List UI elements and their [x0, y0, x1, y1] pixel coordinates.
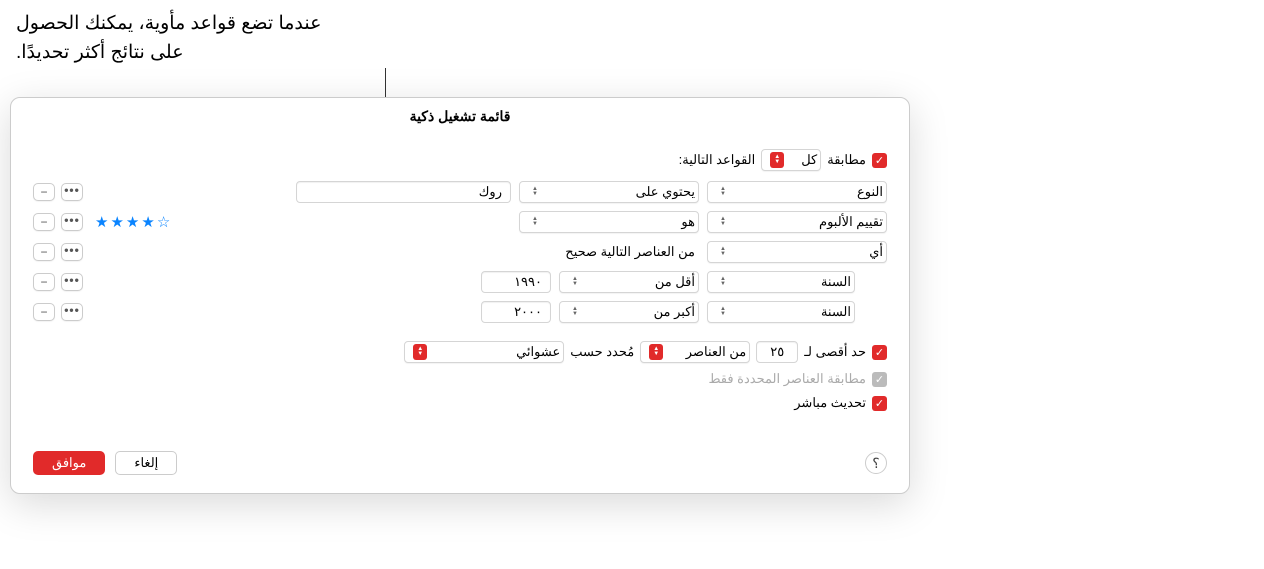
options-section: ✓ حد أقصى لـ من العناصر ▲▼ مُحدد حسب عشو…	[33, 341, 887, 411]
help-button[interactable]: ؟	[865, 452, 887, 474]
cancel-button[interactable]: إلغاء	[115, 451, 177, 475]
match-checked-label: مطابقة العناصر المحددة فقط	[708, 371, 866, 387]
rule-field-select[interactable]: تقييم الألبوم ▲▼	[707, 211, 887, 233]
add-nested-rule-button[interactable]: •••	[61, 213, 83, 231]
limit-value-input[interactable]	[756, 341, 798, 363]
limit-unit-select[interactable]: من العناصر ▲▼	[640, 341, 750, 363]
ok-button[interactable]: موافق	[33, 451, 105, 475]
chevron-updown-icon: ▲▼	[568, 274, 582, 290]
rule-operator-select[interactable]: هو ▲▼	[519, 211, 699, 233]
match-mode-select[interactable]: كل ▲▼	[761, 149, 821, 171]
chevron-updown-icon: ▲▼	[528, 184, 542, 200]
rule-row: السنة ▲▼ أقل من ▲▼ − •••	[33, 271, 887, 293]
rule-field-select[interactable]: أي ▲▼	[707, 241, 887, 263]
rule-row: تقييم الألبوم ▲▼ هو ▲▼ ★ ★ ★ ★ ☆ − •••	[33, 211, 887, 233]
rule-value-input[interactable]	[481, 271, 551, 293]
selected-by-label: مُحدد حسب	[570, 344, 634, 360]
match-label: مطابقة	[827, 152, 866, 168]
match-checked-row: ✓ مطابقة العناصر المحددة فقط	[33, 371, 887, 387]
rule-group-suffix: من العناصر التالية صحيح	[91, 244, 699, 260]
live-update-checkbox[interactable]: ✓	[872, 396, 887, 411]
remove-rule-button[interactable]: −	[33, 243, 55, 261]
rule-field-select[interactable]: السنة ▲▼	[707, 301, 855, 323]
dialog-footer: ؟ إلغاء موافق	[11, 435, 909, 493]
remove-rule-button[interactable]: −	[33, 183, 55, 201]
dialog-title: قائمة تشغيل ذكية	[11, 98, 909, 133]
rule-field-select[interactable]: السنة ▲▼	[707, 271, 855, 293]
star-icon: ★	[126, 213, 139, 231]
rule-field-select[interactable]: النوع ▲▼	[707, 181, 887, 203]
rule-row: النوع ▲▼ يحتوي على ▲▼ − •••	[33, 181, 887, 203]
chevron-updown-icon: ▲▼	[716, 304, 730, 320]
rule-group-row: أي ▲▼ من العناصر التالية صحيح − •••	[33, 241, 887, 263]
rules-list: النوع ▲▼ يحتوي على ▲▼ − ••• تقييم الألبو…	[33, 181, 887, 323]
chevron-updown-icon: ▲▼	[716, 274, 730, 290]
remove-rule-button[interactable]: −	[33, 303, 55, 321]
match-suffix-label: القواعد التالية:	[679, 152, 756, 168]
rule-value-input[interactable]	[296, 181, 511, 203]
live-update-label: تحديث مباشر	[794, 395, 866, 411]
star-icon: ★	[141, 213, 154, 231]
dialog-content: ✓ مطابقة كل ▲▼ القواعد التالية: النوع ▲▼…	[11, 133, 909, 435]
add-nested-rule-button[interactable]: •••	[61, 303, 83, 321]
chevron-updown-icon: ▲▼	[716, 244, 730, 260]
remove-rule-button[interactable]: −	[33, 273, 55, 291]
chevron-updown-icon: ▲▼	[770, 152, 784, 168]
chevron-updown-icon: ▲▼	[528, 214, 542, 230]
limit-selection-select[interactable]: عشوائي ▲▼	[404, 341, 564, 363]
chevron-updown-icon: ▲▼	[716, 214, 730, 230]
rule-value-input[interactable]	[481, 301, 551, 323]
add-nested-rule-button[interactable]: •••	[61, 243, 83, 261]
add-nested-rule-button[interactable]: •••	[61, 183, 83, 201]
chevron-updown-icon: ▲▼	[413, 344, 427, 360]
limit-checkbox[interactable]: ✓	[872, 345, 887, 360]
rule-stars-value[interactable]: ★ ★ ★ ★ ☆	[91, 213, 511, 231]
rule-row: السنة ▲▼ أكبر من ▲▼ − •••	[33, 301, 887, 323]
limit-row: ✓ حد أقصى لـ من العناصر ▲▼ مُحدد حسب عشو…	[33, 341, 887, 363]
rule-operator-select[interactable]: يحتوي على ▲▼	[519, 181, 699, 203]
rule-operator-select[interactable]: أقل من ▲▼	[559, 271, 699, 293]
match-checked-checkbox[interactable]: ✓	[872, 372, 887, 387]
chevron-updown-icon: ▲▼	[716, 184, 730, 200]
match-row: ✓ مطابقة كل ▲▼ القواعد التالية:	[33, 149, 887, 171]
rule-operator-select[interactable]: أكبر من ▲▼	[559, 301, 699, 323]
chevron-updown-icon: ▲▼	[568, 304, 582, 320]
live-update-row: ✓ تحديث مباشر	[33, 395, 887, 411]
limit-label: حد أقصى لـ	[804, 344, 866, 360]
add-nested-rule-button[interactable]: •••	[61, 273, 83, 291]
star-outline-icon: ☆	[157, 213, 170, 231]
match-checkbox[interactable]: ✓	[872, 153, 887, 168]
star-icon: ★	[95, 213, 108, 231]
chevron-updown-icon: ▲▼	[649, 344, 663, 360]
star-icon: ★	[110, 213, 123, 231]
smart-playlist-dialog: قائمة تشغيل ذكية ✓ مطابقة كل ▲▼ القواعد …	[10, 97, 910, 494]
callout-text: عندما تضع قواعد مأوية، يمكنك الحصول على …	[16, 10, 336, 67]
remove-rule-button[interactable]: −	[33, 213, 55, 231]
